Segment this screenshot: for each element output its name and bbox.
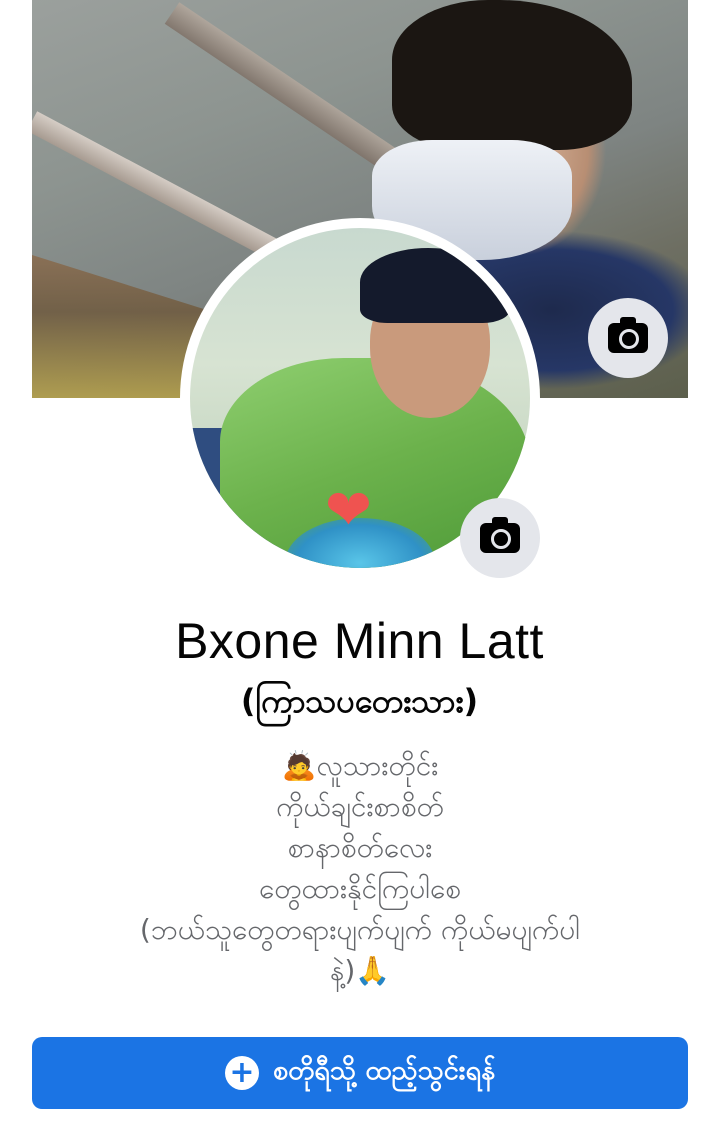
bio-line: နဲ့)🙏: [329, 954, 391, 987]
profile-bio: 🙇လူသားတိုင်း ကိုယ်ချင်းစာစိတ် စာနာစိတ်လေ…: [40, 745, 680, 991]
camera-icon: [608, 317, 648, 353]
profile-alternate-name: (ကြာသပတေးသား): [240, 682, 479, 720]
cover-detail: [392, 0, 632, 150]
edit-profile-picture-button[interactable]: [460, 498, 540, 578]
bio-line: ကိုယ်ချင်းစာစိတ်: [276, 790, 444, 823]
bio-line: (ဘယ်သူတွေတရားပျက်ပျက် ကိုယ်မပျက်ပါ: [139, 913, 581, 946]
camera-icon: [480, 517, 520, 553]
add-to-story-label: စတိုရီသို့ ထည့်သွင်းရန်: [272, 1055, 496, 1086]
plus-circle-icon: +: [224, 1056, 259, 1090]
add-to-story-button[interactable]: + စတိုရီသို့ ထည့်သွင်းရန်: [32, 1037, 688, 1109]
bio-line: စာနာစိတ်လေး: [287, 831, 433, 864]
heart-icon: ❤: [325, 478, 372, 543]
edit-cover-photo-button[interactable]: [588, 298, 668, 378]
profile-name: Bxone Minn Latt: [175, 613, 544, 669]
bio-line: တွေထားနိုင်ကြပါစေ: [258, 872, 461, 905]
bio-line: 🙇လူသားတိုင်း: [281, 749, 439, 782]
